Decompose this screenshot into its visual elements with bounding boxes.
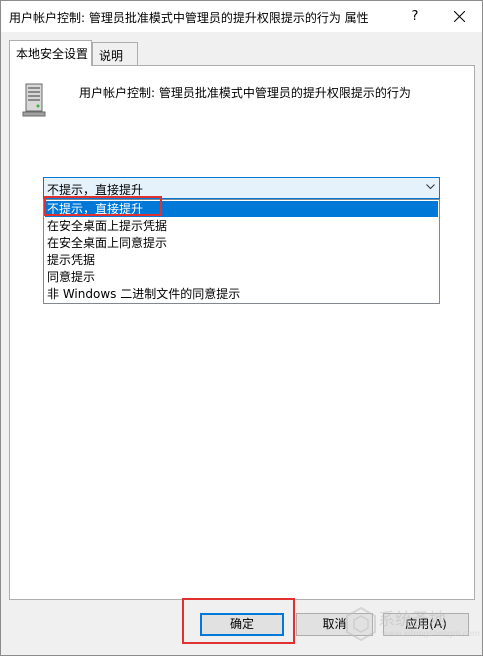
close-icon — [454, 11, 465, 22]
title-bar: 用户帐户控制: 管理员批准模式中管理员的提升权限提示的行为 属性 ? — [1, 1, 482, 32]
dropdown-option-credentials[interactable]: 提示凭据 — [45, 252, 438, 268]
tab-local-security-setting[interactable]: 本地安全设置 — [9, 40, 92, 66]
watermark: 系统圣地 www.xitongshengdi.com — [346, 603, 480, 647]
dropdown-option-consent-non-windows[interactable]: 非 Windows 二进制文件的同意提示 — [45, 286, 438, 302]
window-title: 用户帐户控制: 管理员批准模式中管理员的提升权限提示的行为 属性 — [9, 11, 369, 25]
help-button[interactable]: ? — [393, 1, 437, 32]
close-button[interactable] — [437, 1, 482, 32]
tab-explain[interactable]: 说明 — [92, 42, 138, 65]
tab-panel — [9, 65, 475, 600]
chevron-down-icon — [426, 184, 435, 190]
dropdown-option-consent-secure-desktop[interactable]: 在安全桌面上同意提示 — [45, 235, 438, 251]
watermark-url: www.xitongshengdi.com — [382, 629, 480, 638]
annotation-highlight-ok — [182, 598, 295, 644]
dropdown-option-consent[interactable]: 同意提示 — [45, 269, 438, 285]
server-computer-icon — [22, 83, 46, 117]
watermark-text: 系统圣地 — [378, 610, 446, 630]
annotation-highlight-option — [44, 196, 162, 216]
properties-dialog: 用户帐户控制: 管理员批准模式中管理员的提升权限提示的行为 属性 ? 本地安全设… — [0, 0, 483, 656]
policy-name: 用户帐户控制: 管理员批准模式中管理员的提升权限提示的行为 — [79, 86, 411, 100]
watermark-logo-icon — [346, 607, 376, 641]
dropdown-option-credentials-secure-desktop[interactable]: 在安全桌面上提示凭据 — [45, 218, 438, 234]
